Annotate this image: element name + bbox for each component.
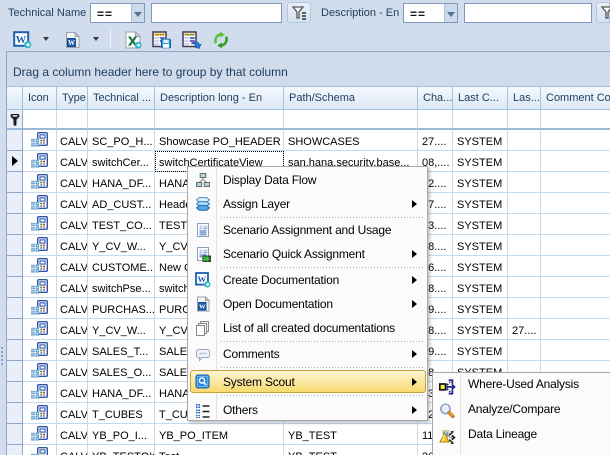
svg-text:W: W [199,303,206,310]
svg-text:W: W [68,39,75,47]
